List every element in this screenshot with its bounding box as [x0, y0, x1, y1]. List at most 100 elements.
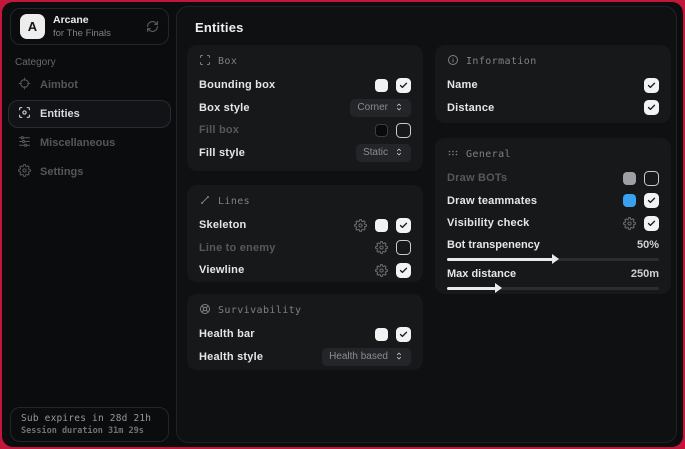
color-swatch[interactable]: [375, 328, 388, 341]
sub-expiry-text: Sub expires in 28d 21h: [21, 413, 158, 424]
sidebar: A Arcane for The Finals Category Aimbot: [2, 2, 176, 447]
sidebar-item-label: Aimbot: [40, 79, 78, 91]
row-skeleton: Skeleton: [199, 214, 411, 237]
sidebar-item-miscellaneous[interactable]: Miscellaneous: [8, 129, 171, 157]
row-viewline: Viewline: [199, 259, 411, 282]
row-label: Bounding box: [199, 79, 275, 91]
color-swatch[interactable]: [623, 172, 636, 185]
card-survivability: Survivability Health bar Health style He…: [187, 294, 423, 370]
slider-thumb[interactable]: [495, 283, 502, 293]
row-label: Distance: [447, 102, 494, 114]
health-style-dropdown[interactable]: Health based: [322, 348, 411, 366]
card-general-header: General: [447, 147, 659, 162]
grid-icon: [447, 146, 459, 164]
row-label: Viewline: [199, 264, 244, 276]
gear-icon: [18, 164, 31, 180]
sidebar-item-aimbot[interactable]: Aimbot: [8, 71, 171, 99]
app-name: Arcane: [53, 14, 111, 28]
gear-icon[interactable]: [375, 264, 388, 277]
sidebar-item-label: Entities: [40, 108, 80, 120]
fill-style-dropdown[interactable]: Static: [356, 144, 411, 162]
row-label: Line to enemy: [199, 242, 276, 254]
row-label: Name: [447, 79, 478, 91]
row-line-to-enemy: Line to enemy: [199, 237, 411, 260]
name-checkbox[interactable]: [644, 78, 659, 93]
card-survivability-header: Survivability: [199, 303, 411, 318]
row-fill-box: Fill box: [199, 119, 411, 142]
row-label: Draw BOTs: [447, 172, 507, 184]
chevrons-up-down-icon: [394, 144, 404, 162]
visibility-check-checkbox[interactable]: [644, 216, 659, 231]
gear-icon[interactable]: [354, 219, 367, 232]
card-header-label: General: [466, 149, 511, 160]
line-icon: [199, 193, 211, 211]
row-label: Health style: [199, 351, 263, 363]
app-subtitle: for The Finals: [53, 28, 111, 39]
card-header-label: Box: [218, 56, 237, 67]
slider-thumb[interactable]: [552, 254, 559, 264]
health-bar-checkbox[interactable]: [396, 327, 411, 342]
life-buoy-icon: [199, 302, 211, 320]
row-draw-bots: Draw BOTs: [447, 167, 659, 190]
viewline-checkbox[interactable]: [396, 263, 411, 278]
row-health-style: Health style Health based: [199, 346, 411, 369]
sliders-icon: [18, 135, 31, 151]
row-draw-teammates: Draw teammates: [447, 190, 659, 213]
max-distance-slider[interactable]: [447, 287, 659, 290]
draw-teammates-checkbox[interactable]: [644, 193, 659, 208]
row-label: Fill box: [199, 124, 239, 136]
skeleton-checkbox[interactable]: [396, 218, 411, 233]
row-bot-transparency: Bot transpenency 50%: [447, 237, 659, 254]
color-swatch[interactable]: [375, 79, 388, 92]
bot-transparency-slider[interactable]: [447, 258, 659, 261]
card-lines-header: Lines: [199, 194, 411, 209]
sidebar-item-settings[interactable]: Settings: [8, 158, 171, 186]
card-information: Information Name Distance: [435, 45, 671, 123]
distance-checkbox[interactable]: [644, 100, 659, 115]
line-to-enemy-checkbox[interactable]: [396, 240, 411, 255]
row-label: Fill style: [199, 147, 245, 159]
slider-value: 250m: [631, 268, 659, 280]
page-title: Entities: [195, 20, 244, 35]
row-fill-style: Fill style Static: [199, 142, 411, 165]
dropdown-value: Static: [363, 147, 388, 158]
sidebar-item-label: Settings: [40, 166, 83, 178]
category-label: Category: [15, 57, 56, 68]
subscription-info-card: Sub expires in 28d 21h Session duration …: [10, 407, 169, 442]
row-distance: Distance: [447, 97, 659, 120]
card-lines: Lines Skeleton Line to enemy Viewline: [187, 185, 423, 282]
row-visibility-check: Visibility check: [447, 212, 659, 235]
card-header-label: Survivability: [218, 305, 301, 316]
row-label: Visibility check: [447, 217, 529, 229]
gear-icon[interactable]: [623, 217, 636, 230]
row-label: Draw teammates: [447, 195, 537, 207]
row-health-bar: Health bar: [199, 323, 411, 346]
gear-icon[interactable]: [375, 241, 388, 254]
sidebar-item-entities[interactable]: Entities: [8, 100, 171, 128]
row-label: Skeleton: [199, 219, 246, 231]
scan-eye-icon: [18, 106, 31, 122]
color-swatch[interactable]: [623, 194, 636, 207]
dropdown-value: Health based: [329, 351, 388, 362]
color-swatch[interactable]: [375, 124, 388, 137]
scan-icon: [199, 53, 211, 71]
fill-box-checkbox[interactable]: [396, 123, 411, 138]
row-bounding-box: Bounding box: [199, 74, 411, 97]
card-information-header: Information: [447, 54, 659, 69]
color-swatch[interactable]: [375, 219, 388, 232]
box-style-dropdown[interactable]: Corner: [350, 99, 411, 117]
card-box-header: Box: [199, 54, 411, 69]
draw-bots-checkbox[interactable]: [644, 171, 659, 186]
app-logo: A: [20, 14, 45, 39]
slider-fill: [447, 258, 553, 261]
refresh-icon[interactable]: [146, 20, 159, 33]
bounding-box-checkbox[interactable]: [396, 78, 411, 93]
row-label: Max distance: [447, 268, 516, 280]
card-box: Box Bounding box Box style Corner: [187, 45, 423, 171]
card-header-label: Lines: [218, 196, 250, 207]
row-max-distance: Max distance 250m: [447, 266, 659, 283]
row-label: Bot transpenency: [447, 239, 540, 251]
main-panel: Entities Box Bounding box Box style: [176, 6, 677, 443]
session-duration-text: Session duration 31m 29s: [21, 426, 158, 436]
app-window: A Arcane for The Finals Category Aimbot: [2, 2, 683, 447]
